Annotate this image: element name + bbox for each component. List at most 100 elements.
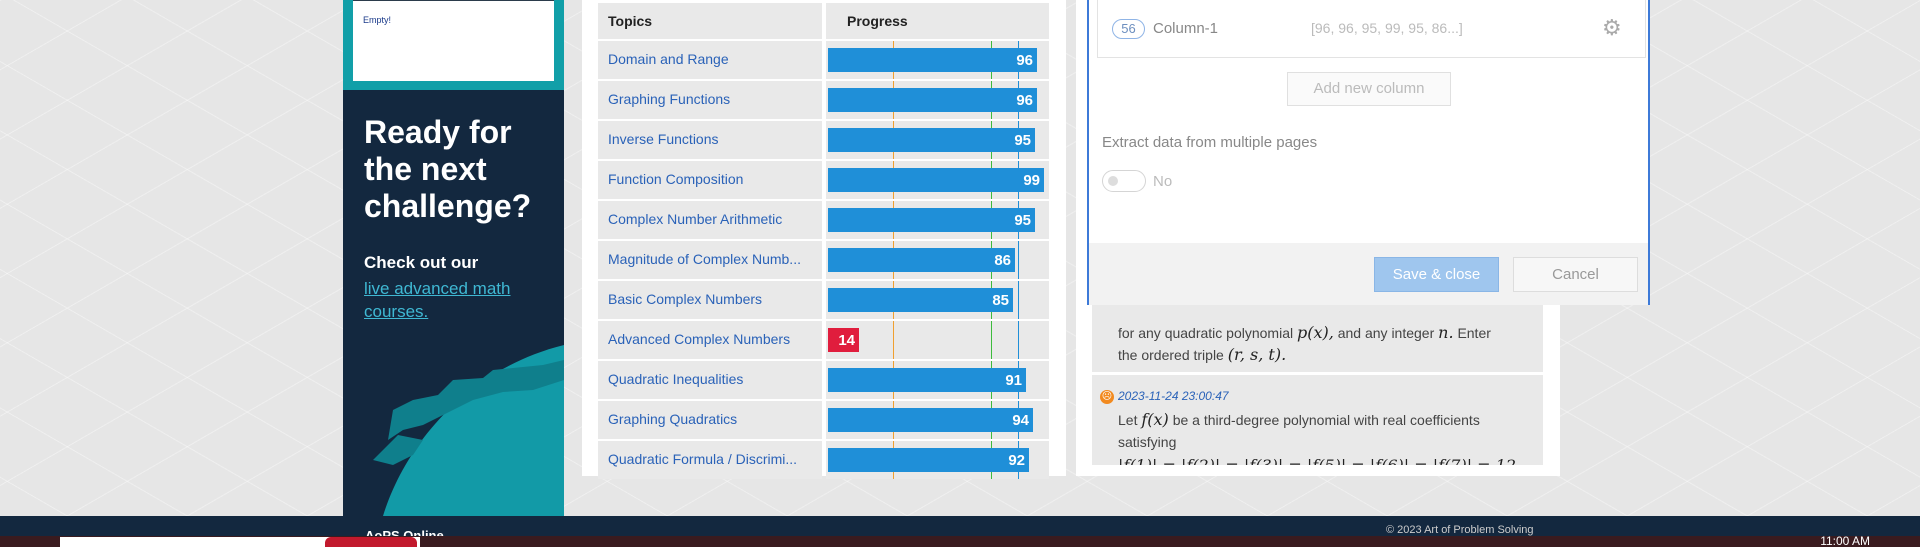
topic-cell: Quadratic Inequalities <box>598 361 822 399</box>
toggle-knob <box>1108 176 1118 186</box>
table-row: Basic Complex Numbers 85 <box>598 281 1049 319</box>
promo-subtitle: Check out our <box>364 253 479 272</box>
topic-link[interactable]: Basic Complex Numbers <box>608 291 818 307</box>
topic-link[interactable]: Quadratic Formula / Discrimi... <box>608 451 818 467</box>
topic-link[interactable]: Quadratic Inequalities <box>608 371 818 387</box>
progress-value: 95 <box>1014 212 1031 229</box>
save-close-button[interactable]: Save & close <box>1374 257 1499 292</box>
post-timestamp: 2023-11-24 23:00:47 <box>1118 389 1229 403</box>
progress-value: 85 <box>992 292 1009 309</box>
topic-link[interactable]: Graphing Quadratics <box>608 411 818 427</box>
cancel-button[interactable]: Cancel <box>1513 257 1638 292</box>
threshold-line <box>1018 281 1019 319</box>
add-column-button[interactable]: Add new column <box>1287 72 1451 106</box>
extract-data-dialog: 56 Column-1 [96, 96, 95, 99, 95, 86...] … <box>1087 0 1650 305</box>
courses-link[interactable]: live advanced math courses. <box>364 277 544 323</box>
topic-cell: Basic Complex Numbers <box>598 281 822 319</box>
math-expression: f(x) <box>1141 410 1169 429</box>
progress-bar: 95 <box>828 208 1035 232</box>
table-row: Advanced Complex Numbers 14 <box>598 321 1049 359</box>
column-name[interactable]: Column-1 <box>1153 20 1218 37</box>
post-text: the ordered triple <box>1118 347 1224 363</box>
sad-face-icon: ☹ <box>1100 390 1114 404</box>
progress-cell: 96 <box>826 81 1049 119</box>
topic-cell: Domain and Range <box>598 41 822 79</box>
table-row: Function Composition 99 <box>598 161 1049 199</box>
toggle-label: No <box>1153 173 1173 190</box>
progress-cell: 94 <box>826 401 1049 439</box>
post-text: be a third-degree polynomial with real c… <box>1172 412 1480 428</box>
progress-value: 94 <box>1012 412 1029 429</box>
progress-value: 96 <box>1016 52 1033 69</box>
gear-icon[interactable]: ⚙ <box>1602 17 1624 39</box>
progress-value: 92 <box>1008 452 1025 469</box>
table-row: Graphing Functions 96 <box>598 81 1049 119</box>
forum-post[interactable]: for any quadratic polynomial p(x), and a… <box>1092 300 1543 372</box>
topic-link[interactable]: Graphing Functions <box>608 91 818 107</box>
topic-link[interactable]: Advanced Complex Numbers <box>608 331 818 347</box>
progress-value: 95 <box>1014 132 1031 149</box>
progress-value: 86 <box>994 252 1011 269</box>
progress-cell: 86 <box>826 241 1049 279</box>
progress-cell: 91 <box>826 361 1049 399</box>
table-row: Quadratic Inequalities 91 <box>598 361 1049 399</box>
column-row[interactable]: 56 Column-1 [96, 96, 95, 99, 95, 86...] … <box>1097 0 1646 58</box>
table-row: Domain and Range 96 <box>598 41 1049 79</box>
table-row: Inverse Functions 95 <box>598 121 1049 159</box>
topic-link[interactable]: Function Composition <box>608 171 818 187</box>
extract-pages-label: Extract data from multiple pages <box>1102 134 1318 151</box>
progress-value: 14 <box>838 332 855 349</box>
progress-cell: 85 <box>826 281 1049 319</box>
threshold-line <box>893 321 894 359</box>
progress-bar: 99 <box>828 168 1044 192</box>
post-text: Enter <box>1457 325 1491 341</box>
progress-bar: 92 <box>828 448 1029 472</box>
topic-cell: Magnitude of Complex Numb... <box>598 241 822 279</box>
progress-panel: Topics Progress Domain and Range 96 Graphi… <box>582 0 1066 479</box>
post-text: for any quadratic polynomial <box>1118 325 1294 341</box>
site-footer: AoPS Online © 2023 Art of Problem Solvin… <box>0 516 1920 543</box>
header-progress: Progress <box>826 3 1049 39</box>
math-expression: |f(1)| = |f(2)| = |f(3)| = |f(5)| = |f(6… <box>1118 456 1516 465</box>
topic-cell: Quadratic Formula / Discrimi... <box>598 441 822 479</box>
topic-cell: Advanced Complex Numbers <box>598 321 822 359</box>
taskbar-app-button[interactable] <box>325 537 417 547</box>
topic-cell: Graphing Functions <box>598 81 822 119</box>
forum-post[interactable]: ☹ 2023-11-24 23:00:47 Let f(x) be a thir… <box>1092 375 1543 465</box>
table-row: Graphing Quadratics 94 <box>598 401 1049 439</box>
topic-link[interactable]: Inverse Functions <box>608 131 818 147</box>
header-topics: Topics <box>598 3 822 39</box>
topic-link[interactable]: Domain and Range <box>608 51 818 67</box>
topic-link[interactable]: Magnitude of Complex Numb... <box>608 251 818 267</box>
dialog-footer: Save & close Cancel <box>1089 243 1648 305</box>
progress-cell: 92 <box>826 441 1049 479</box>
promo-title: Ready for the next challenge? <box>364 114 532 224</box>
math-expression: n. <box>1438 323 1454 342</box>
threshold-line <box>1018 321 1019 359</box>
taskbar-clock: 11:00 AM <box>1820 534 1870 547</box>
empty-panel-inner: Empty! <box>353 0 554 81</box>
globe-illustration <box>343 340 564 516</box>
table-row: Quadratic Formula / Discrimi... 92 <box>598 441 1049 479</box>
math-expression: p(x), <box>1297 323 1334 342</box>
table-row: Magnitude of Complex Numb... 86 <box>598 241 1049 279</box>
progress-bar: 86 <box>828 248 1015 272</box>
progress-value: 99 <box>1023 172 1040 189</box>
progress-cell: 95 <box>826 121 1049 159</box>
threshold-line <box>1018 241 1019 279</box>
progress-bar: 94 <box>828 408 1033 432</box>
column-count-badge: 56 <box>1112 19 1145 39</box>
progress-bar: 85 <box>828 288 1013 312</box>
post-text: and any integer <box>1337 325 1435 341</box>
progress-value: 96 <box>1016 92 1033 109</box>
taskbar: 11:00 AM <box>0 534 1920 547</box>
progress-cell: 96 <box>826 41 1049 79</box>
progress-cell: 14 <box>826 321 1049 359</box>
column-preview: [96, 96, 95, 99, 95, 86...] <box>1311 20 1463 36</box>
progress-bar: 14 <box>828 328 859 352</box>
multi-page-toggle[interactable] <box>1102 170 1146 192</box>
topic-cell: Inverse Functions <box>598 121 822 159</box>
progress-bar: 91 <box>828 368 1026 392</box>
progress-value: 91 <box>1005 372 1022 389</box>
topic-link[interactable]: Complex Number Arithmetic <box>608 211 818 227</box>
